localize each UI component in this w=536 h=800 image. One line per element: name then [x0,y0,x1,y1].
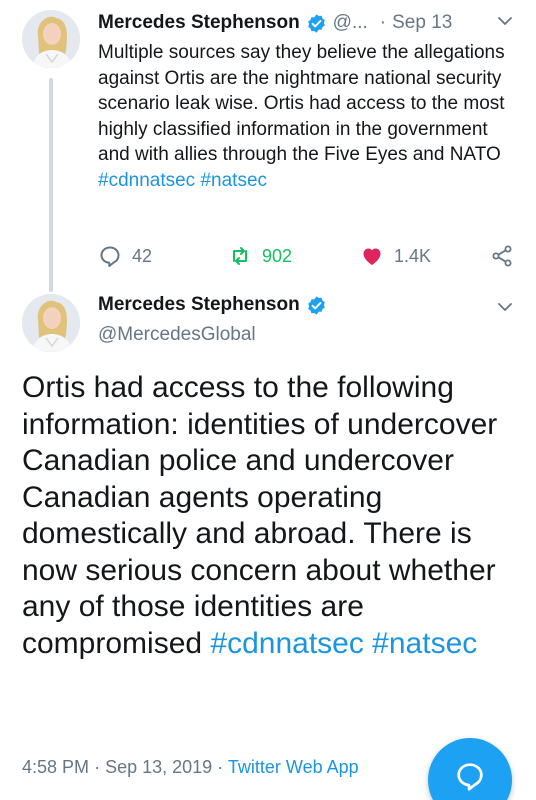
author-name[interactable]: Mercedes Stephenson [98,294,300,316]
tweet-source-link[interactable]: Twitter Web App [228,757,359,777]
reply-count: 42 [132,245,153,266]
author-handle[interactable]: @... [333,12,368,34]
share-icon [492,245,512,267]
retweet-count: 902 [262,245,293,266]
verified-badge-icon [307,13,325,33]
avatar-image [22,294,80,352]
tweet-text: Multiple sources say they believe the al… [98,40,518,193]
author-avatar[interactable] [22,294,80,352]
tweet-actions: 42 902 1.4K [98,240,518,272]
chevron-down-icon[interactable] [496,298,514,316]
like-button[interactable]: 1.4K [360,240,431,272]
tweet-time: 4:58 PM [22,757,90,777]
author-handle[interactable]: @MercedesGlobal [98,324,256,346]
compose-reply-icon [457,763,483,791]
author-name[interactable]: Mercedes Stephenson [98,12,300,34]
chevron-down-icon[interactable] [496,12,514,30]
reply-icon [100,246,120,267]
hashtag-links[interactable]: #cdnnatsec #natsec [98,170,267,191]
tweet-date: Sep 13, 2019 [105,757,213,777]
author-avatar[interactable] [22,10,80,68]
reply-button[interactable]: 42 [98,240,152,272]
share-button[interactable] [490,240,524,272]
separator-dot: · [217,757,224,777]
tweet-header: Mercedes Stephenson @... · Sep 13 [98,8,508,38]
retweet-button[interactable]: 902 [228,240,292,272]
separator-dot: · [379,12,387,33]
tweet-metadata: 4:58 PM · Sep 13, 2019 · Twitter Web App [22,757,359,778]
like-count: 1.4K [394,245,432,266]
author-name-row: Mercedes Stephenson [98,294,327,316]
hashtag-links[interactable]: #cdnnatsec #natsec [210,627,477,660]
tweet-text: Ortis had access to the following inform… [22,370,522,662]
thread-connector-line [49,78,53,292]
compose-reply-button[interactable] [428,738,512,800]
heart-icon [363,248,381,265]
retweet-icon [233,247,247,265]
verified-badge-icon [307,295,325,315]
tweet-date[interactable]: Sep 13 [392,12,452,34]
avatar-image [22,10,80,68]
tweet-text-content: Multiple sources say they believe the al… [98,42,505,165]
separator-dot: · [94,757,101,777]
tweet-text-content: Ortis had access to the following inform… [22,371,498,660]
